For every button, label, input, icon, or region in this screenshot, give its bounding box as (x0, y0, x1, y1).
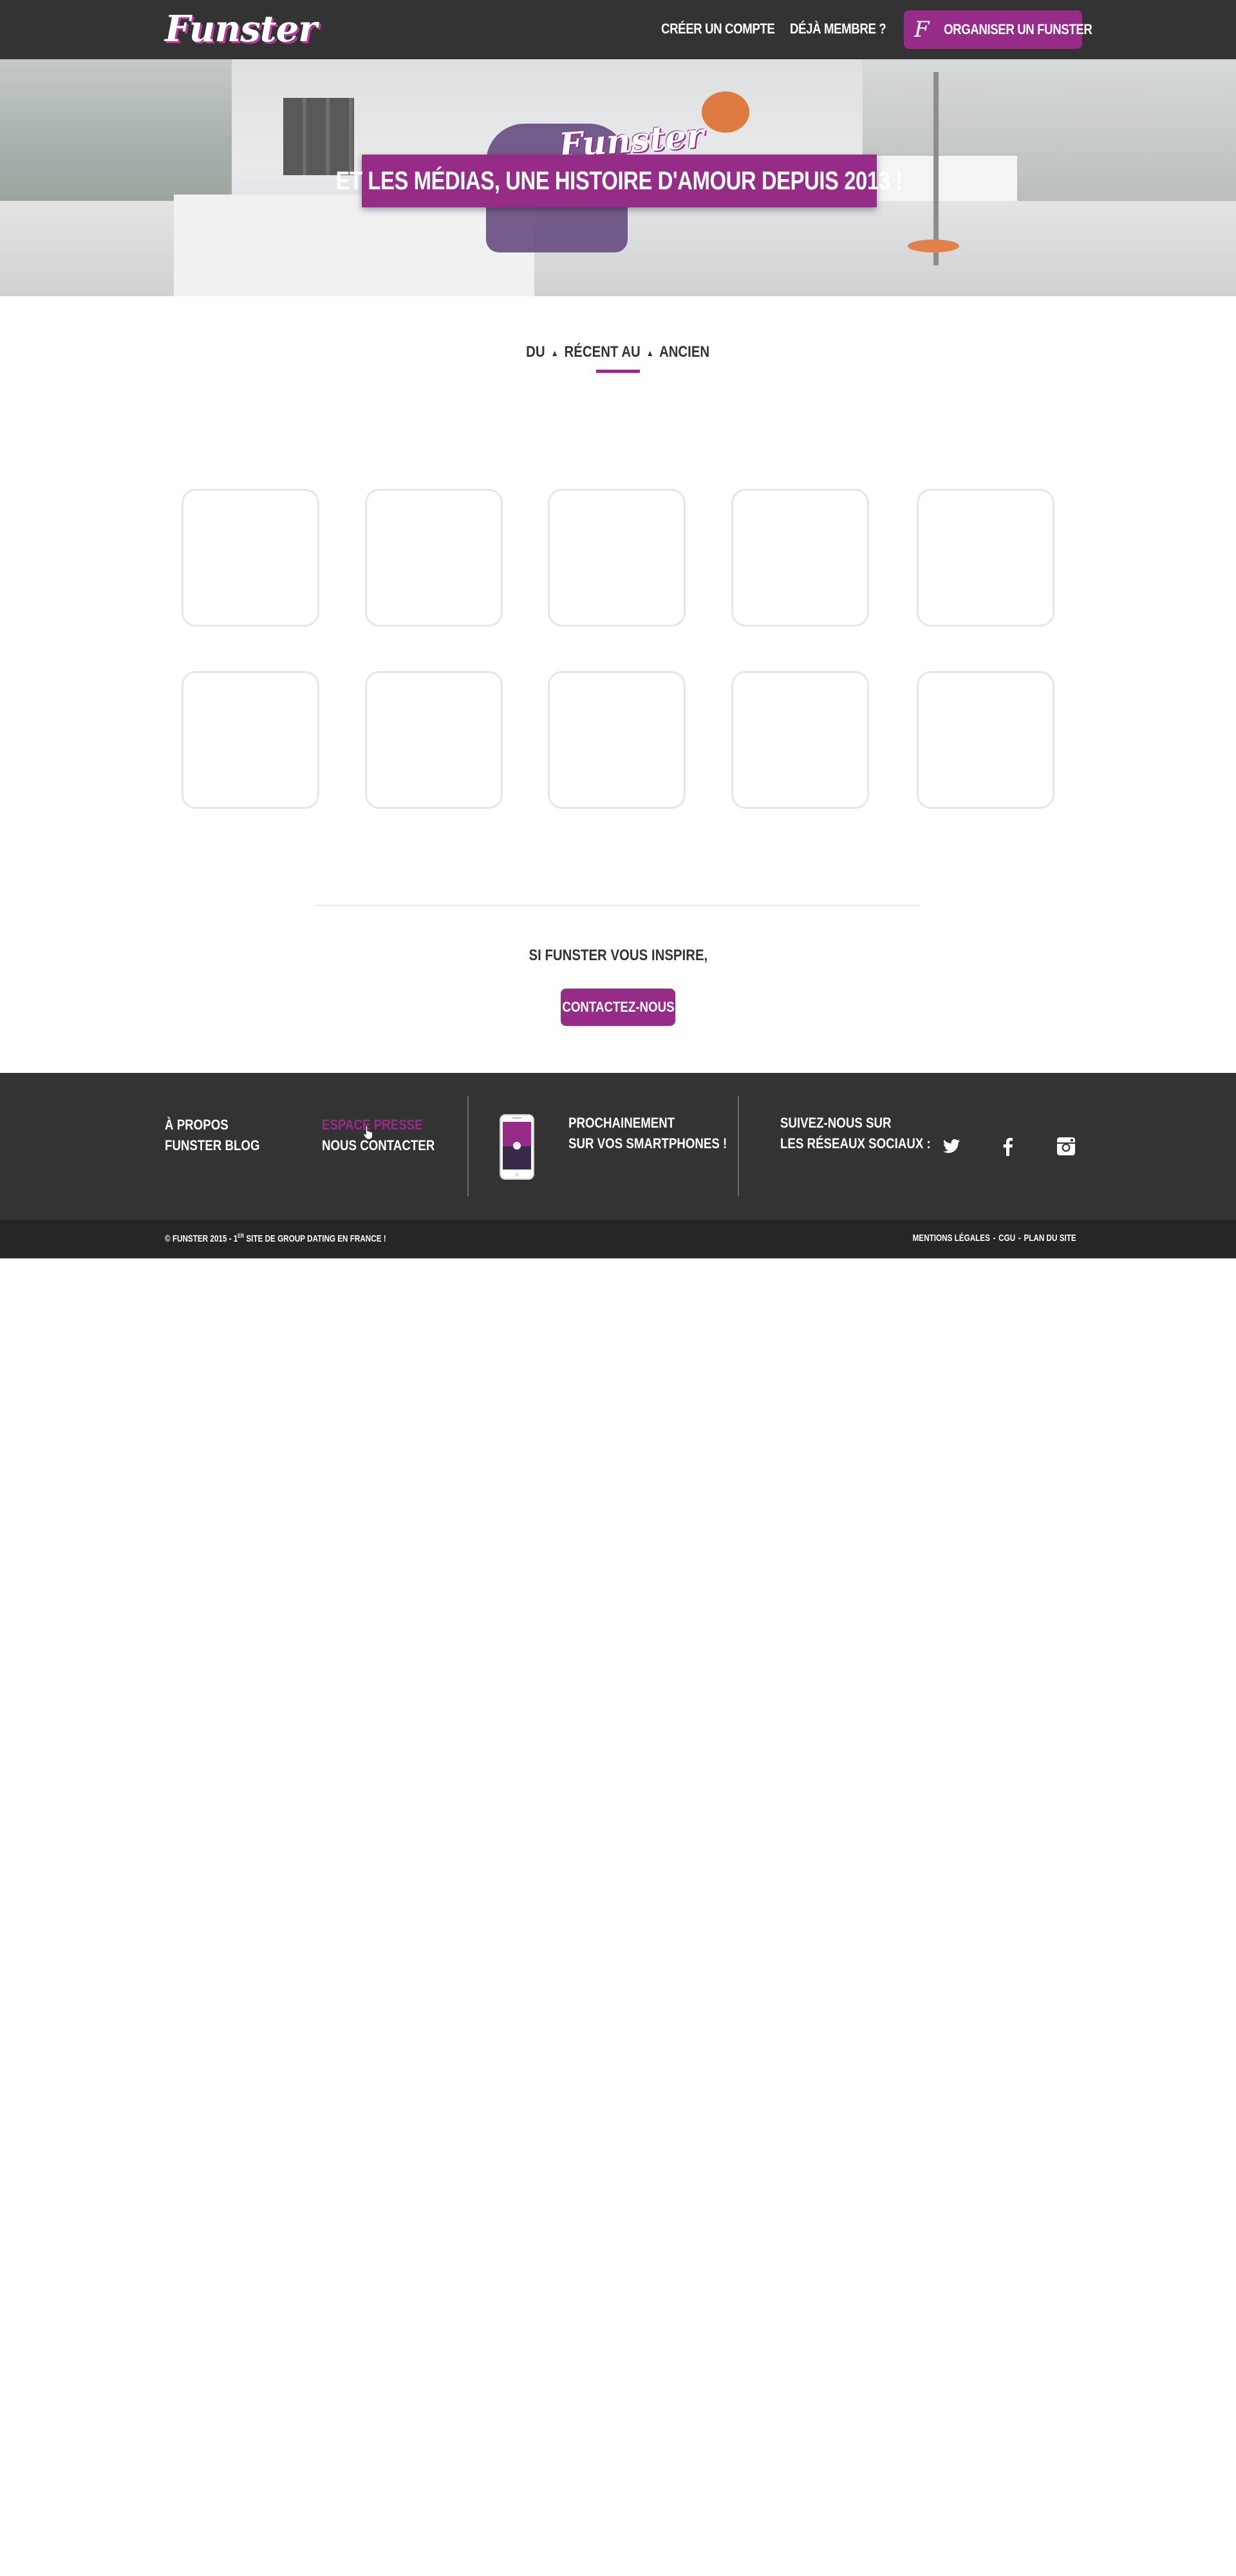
triangle-up-icon: ▲ (646, 347, 654, 358)
media-tile[interactable] (365, 489, 503, 627)
media-tile[interactable] (731, 489, 869, 627)
media-tile[interactable] (182, 671, 319, 809)
smartphone-icon (500, 1114, 534, 1180)
inspire-section: Si Funster vous inspire, (0, 947, 1236, 965)
contact-us-label: Contactez-nous (561, 999, 675, 1015)
media-tile[interactable] (917, 489, 1054, 627)
copyright-prefix: © Funster 2015 - 1 (165, 1233, 238, 1244)
terms-link[interactable]: CGU (998, 1233, 1015, 1244)
media-tile[interactable] (731, 671, 869, 809)
sub-footer-bar: © Funster 2015 - 1er site de group datin… (0, 1220, 1236, 1258)
app-coming-soon-line2: sur vos smartphones ! (568, 1135, 727, 1151)
hero-headline-banner: Et les médias, une histoire d'amour depu… (336, 155, 903, 207)
site-footer: À propos Funster blog Espace presse Nous… (0, 1073, 1236, 1220)
footer-link-about[interactable]: À propos (165, 1117, 229, 1133)
media-tile[interactable] (917, 671, 1054, 809)
sort-active-underline (596, 370, 640, 373)
media-tile[interactable] (365, 671, 503, 809)
legal-separator: - (1018, 1233, 1022, 1244)
legal-separator: - (993, 1233, 996, 1244)
section-divider (315, 905, 921, 906)
already-member-link[interactable]: Déjà membre ? (790, 21, 886, 37)
funster-f-icon: F (914, 17, 930, 43)
legal-links: Mentions légales - CGU - Plan du site (913, 1233, 1076, 1244)
sort-old-option[interactable]: ancien (659, 343, 709, 361)
instagram-icon[interactable] (1054, 1135, 1078, 1158)
hero-headline: Et les médias, une histoire d'amour depu… (335, 166, 903, 195)
media-tile[interactable] (548, 489, 686, 627)
footer-divider (738, 1096, 739, 1197)
inspire-text: Si Funster vous inspire, (529, 947, 707, 964)
sort-prefix: Du (526, 343, 545, 361)
copyright-text: © Funster 2015 - 1er site de group datin… (165, 1233, 386, 1244)
sort-recent-option[interactable]: récent (565, 343, 619, 361)
triangle-up-icon: ▲ (551, 347, 559, 358)
footer-link-contact[interactable]: Nous contacter (322, 1137, 435, 1154)
sitemap-link[interactable]: Plan du site (1024, 1233, 1076, 1244)
copyright-suffix: site de group dating en France ! (244, 1233, 386, 1244)
sort-order-label: Du ▲ récent au ▲ ancien (526, 343, 709, 361)
app-coming-soon-line1: Prochainement (568, 1115, 675, 1131)
social-follow-line1: Suivez-nous sur (780, 1115, 892, 1131)
organize-funster-label: Organiser un Funster (943, 21, 1092, 37)
contact-us-button[interactable]: Contactez-nous (561, 989, 675, 1026)
organize-funster-button[interactable]: F Organiser un Funster (904, 10, 1092, 49)
twitter-icon[interactable] (940, 1135, 963, 1158)
funster-logo[interactable]: Funster (165, 6, 317, 52)
facebook-icon[interactable] (997, 1135, 1020, 1158)
social-follow-line2: les réseaux sociaux : (780, 1135, 931, 1151)
sort-order-bar: Du ▲ récent au ▲ ancien (0, 343, 1236, 361)
media-tile[interactable] (182, 489, 319, 627)
legal-notice-link[interactable]: Mentions légales (913, 1233, 990, 1244)
footer-divider (467, 1096, 469, 1197)
create-account-link[interactable]: Créer un compte (661, 21, 775, 37)
footer-link-blog[interactable]: Funster blog (165, 1137, 260, 1154)
top-navigation-bar: Funster Créer un compte Déjà membre ? F … (0, 0, 1236, 59)
sort-middle: au (621, 343, 641, 361)
hand-pointer-cursor-icon (363, 1125, 373, 1140)
media-tile[interactable] (548, 671, 686, 809)
copyright-ordinal: er (238, 1233, 245, 1239)
